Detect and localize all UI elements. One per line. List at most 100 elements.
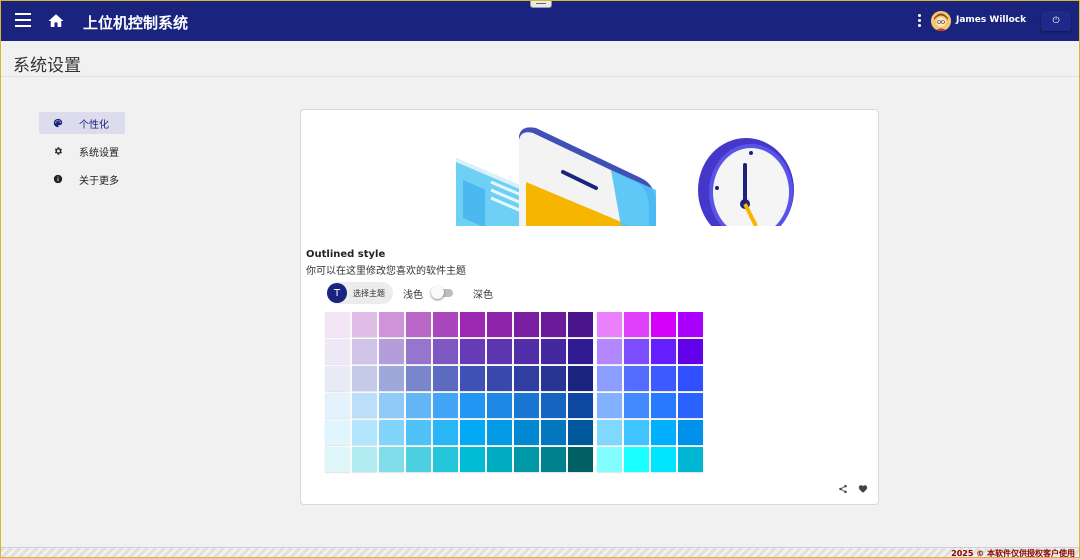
color-swatch[interactable]	[406, 339, 431, 364]
color-swatch[interactable]	[678, 312, 703, 337]
color-swatch[interactable]	[597, 447, 622, 472]
color-swatch[interactable]	[352, 393, 377, 418]
sidebar-item-personalize[interactable]: 个性化	[39, 112, 125, 134]
color-swatch[interactable]	[651, 393, 676, 418]
color-swatch[interactable]	[541, 393, 566, 418]
color-swatch[interactable]	[379, 447, 404, 472]
color-swatch[interactable]	[541, 312, 566, 337]
color-swatch[interactable]	[325, 420, 350, 445]
color-swatch[interactable]	[624, 393, 649, 418]
color-swatch[interactable]	[514, 312, 539, 337]
color-swatch[interactable]	[678, 447, 703, 472]
color-swatch[interactable]	[678, 339, 703, 364]
color-swatch[interactable]	[541, 339, 566, 364]
color-swatch[interactable]	[568, 420, 593, 445]
color-swatch[interactable]	[597, 339, 622, 364]
color-swatch[interactable]	[678, 420, 703, 445]
color-swatch[interactable]	[597, 420, 622, 445]
color-swatch[interactable]	[514, 393, 539, 418]
color-swatch[interactable]	[624, 447, 649, 472]
color-swatch[interactable]	[325, 339, 350, 364]
power-button[interactable]: ⏻	[1041, 11, 1071, 31]
color-swatch[interactable]	[624, 366, 649, 391]
color-swatch[interactable]	[651, 420, 676, 445]
color-swatch[interactable]	[568, 393, 593, 418]
sidebar-item-label: 关于更多	[79, 175, 119, 187]
color-swatch[interactable]	[514, 447, 539, 472]
select-theme-button[interactable]: T 选择主题	[327, 282, 393, 304]
color-swatch[interactable]	[487, 366, 512, 391]
color-swatch[interactable]	[406, 447, 431, 472]
heart-icon[interactable]	[858, 484, 868, 494]
color-swatch[interactable]	[460, 447, 485, 472]
color-swatch[interactable]	[487, 393, 512, 418]
color-swatch[interactable]	[433, 393, 458, 418]
color-swatch[interactable]	[352, 447, 377, 472]
color-swatch[interactable]	[651, 447, 676, 472]
avatar[interactable]	[931, 11, 951, 31]
color-swatch[interactable]	[568, 312, 593, 337]
sidebar-item-system-settings[interactable]: 系统设置	[39, 140, 189, 162]
color-swatch[interactable]	[406, 393, 431, 418]
color-swatch[interactable]	[379, 420, 404, 445]
color-swatch[interactable]	[597, 366, 622, 391]
color-swatch[interactable]	[325, 312, 350, 337]
color-swatch[interactable]	[568, 339, 593, 364]
color-swatch[interactable]	[379, 312, 404, 337]
color-swatch[interactable]	[325, 366, 350, 391]
color-swatch[interactable]	[651, 366, 676, 391]
color-swatch[interactable]	[406, 312, 431, 337]
color-swatch[interactable]	[597, 393, 622, 418]
color-swatch[interactable]	[624, 312, 649, 337]
share-icon[interactable]	[838, 484, 848, 494]
drag-handle[interactable]	[530, 1, 552, 8]
color-swatch[interactable]	[325, 393, 350, 418]
color-swatch[interactable]	[460, 420, 485, 445]
color-swatch[interactable]	[379, 393, 404, 418]
color-swatch[interactable]	[651, 312, 676, 337]
color-swatch[interactable]	[487, 339, 512, 364]
menu-icon[interactable]	[15, 13, 31, 29]
color-swatch[interactable]	[433, 339, 458, 364]
color-swatch[interactable]	[678, 366, 703, 391]
color-swatch[interactable]	[460, 339, 485, 364]
color-swatch[interactable]	[541, 447, 566, 472]
color-swatch[interactable]	[514, 366, 539, 391]
sidebar-item-about[interactable]: 关于更多	[39, 168, 189, 190]
color-swatch[interactable]	[514, 420, 539, 445]
color-swatch[interactable]	[352, 339, 377, 364]
color-swatch[interactable]	[651, 339, 676, 364]
color-swatch[interactable]	[541, 366, 566, 391]
color-swatch[interactable]	[487, 447, 512, 472]
home-icon[interactable]	[47, 12, 65, 30]
color-swatch[interactable]	[433, 420, 458, 445]
color-swatch[interactable]	[379, 339, 404, 364]
color-swatch[interactable]	[514, 339, 539, 364]
color-swatch[interactable]	[406, 420, 431, 445]
color-swatch[interactable]	[678, 393, 703, 418]
gear-icon	[54, 147, 62, 155]
color-swatch[interactable]	[460, 393, 485, 418]
color-swatch[interactable]	[379, 366, 404, 391]
username[interactable]: James Willock	[956, 15, 1026, 25]
color-swatch[interactable]	[352, 420, 377, 445]
color-swatch[interactable]	[541, 420, 566, 445]
color-swatch[interactable]	[597, 312, 622, 337]
color-swatch[interactable]	[487, 312, 512, 337]
more-vert-icon[interactable]	[918, 14, 922, 28]
color-swatch[interactable]	[433, 447, 458, 472]
color-swatch[interactable]	[460, 312, 485, 337]
color-swatch[interactable]	[406, 366, 431, 391]
color-swatch[interactable]	[325, 447, 350, 472]
color-swatch[interactable]	[624, 339, 649, 364]
color-swatch[interactable]	[568, 366, 593, 391]
color-swatch[interactable]	[568, 447, 593, 472]
color-swatch[interactable]	[624, 420, 649, 445]
color-swatch[interactable]	[352, 366, 377, 391]
color-swatch[interactable]	[460, 366, 485, 391]
color-swatch[interactable]	[352, 312, 377, 337]
dark-mode-toggle[interactable]	[431, 286, 453, 299]
color-swatch[interactable]	[433, 366, 458, 391]
color-swatch[interactable]	[487, 420, 512, 445]
color-swatch[interactable]	[433, 312, 458, 337]
